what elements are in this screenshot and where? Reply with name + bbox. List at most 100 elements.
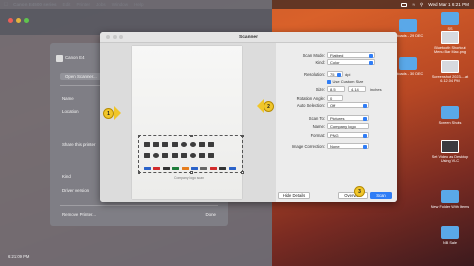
callout-arrow-2 [257, 99, 264, 113]
close-button[interactable] [8, 18, 13, 23]
desktop-icon[interactable]: Bluetooth Shortcut Menu Bar Mac.png [430, 31, 470, 55]
hide-details-button[interactable]: Hide Details [278, 192, 310, 199]
brand-logo [228, 167, 236, 170]
image-correction-value: None [330, 144, 340, 149]
video-file-icon [441, 140, 459, 153]
clock[interactable]: Wed Mar 1 6:21 PM [428, 2, 469, 7]
tablet-icon [208, 142, 215, 147]
custom-size-label: Use Custom Size [332, 79, 364, 84]
desktop-icon-label: Set Video as Desktop Using VLC [431, 155, 469, 164]
desktop-icon-label: New Folder With Items [430, 205, 470, 209]
desktop-icon[interactable]: SS [430, 12, 470, 31]
phone-icon [199, 142, 206, 147]
desktop-icon[interactable]: Screenshot 2023-...at 6.12.04 PM [430, 60, 470, 84]
remove-printer-button[interactable]: Remove Printer... [62, 212, 96, 217]
resize-handle[interactable] [190, 171, 193, 174]
scan-to-value: Pictures [330, 116, 345, 121]
wifi-icon[interactable]: ≈ [412, 2, 415, 7]
scan-preview[interactable]: Company logo scan [100, 43, 276, 202]
chevron-down-icon [369, 53, 373, 58]
headphones-icon [189, 142, 196, 147]
scan-button[interactable]: Scan [370, 192, 392, 199]
resize-handle[interactable] [137, 171, 140, 174]
done-button[interactable]: Done [206, 212, 217, 217]
chevron-down-icon [363, 133, 367, 138]
resolution-label: Resolution: [304, 72, 325, 77]
desktop-icon[interactable]: New Folder With Items [430, 190, 470, 209]
image-file-icon [441, 31, 459, 44]
scan-caption: Company logo scan [174, 176, 204, 180]
size-width-field[interactable]: 8.5 [327, 86, 345, 92]
camera-icon [171, 142, 178, 147]
desktop-icon-label: NB Sale [443, 241, 457, 245]
kind-value: Color [330, 60, 340, 65]
scan-to-select[interactable]: Pictures [327, 115, 369, 121]
image-correction-select[interactable]: None [327, 143, 369, 149]
format-select[interactable]: PNG [327, 132, 369, 138]
rotation-field[interactable]: 0 [327, 95, 343, 101]
device-icon-row [144, 142, 215, 147]
image-correction-label: Image Correction: [291, 144, 325, 149]
drive-icon [171, 153, 178, 158]
resize-handle[interactable] [241, 134, 244, 137]
desktop-icon-label: Screenshot 2023-...at 6.12.04 PM [431, 75, 469, 84]
printer-name: Canon E4 [65, 55, 85, 60]
format-label: Format: [310, 133, 325, 138]
chevron-down-icon [363, 144, 367, 149]
zoom-button[interactable] [24, 18, 29, 23]
monitor-icon [144, 142, 150, 147]
auto-selection-value: Off [330, 103, 336, 108]
printer-icon [56, 55, 63, 62]
rotation-label: Rotation Angle: [296, 96, 325, 101]
name-label: Name: [312, 124, 325, 129]
brand-logo [162, 167, 170, 170]
resize-handle[interactable] [241, 171, 244, 174]
file-name-field[interactable]: Company logo [327, 123, 369, 129]
folder-icon [441, 226, 459, 239]
chevron-down-icon [337, 72, 341, 77]
desktop-icon[interactable]: Set Video as Desktop Using VLC [430, 140, 470, 164]
brand-logo [190, 167, 198, 170]
open-scanner-button[interactable]: Open Scanner... [60, 73, 102, 80]
chevron-down-icon [363, 103, 367, 108]
size-unit-select[interactable]: inches [370, 87, 382, 92]
device-icon-row [144, 153, 215, 158]
desktop-icon[interactable]: NB Sale [430, 226, 470, 245]
desktop-icon[interactable]: Screen Shots [430, 106, 470, 125]
desktop-icon-label: Screen Shots [438, 121, 462, 125]
kind-select[interactable]: Color [327, 59, 375, 65]
custom-size-checkbox[interactable]: Use Custom Size [327, 79, 363, 84]
resize-handle[interactable] [190, 134, 193, 137]
scan-mode-select[interactable]: Flatbed [327, 52, 375, 58]
scan-to-label: Scan To: [308, 116, 325, 121]
resolution-select[interactable]: 75 [327, 71, 343, 77]
print-job-time: 6:21:09 PM [8, 254, 30, 259]
brand-logo [219, 167, 227, 170]
image-file-icon [441, 60, 459, 73]
kind-label: Kind [62, 174, 71, 179]
resize-handle[interactable] [137, 134, 140, 137]
size-height-value: 4.14 [351, 87, 359, 92]
battery-icon[interactable] [401, 2, 408, 7]
size-label: Size: [315, 87, 325, 92]
minimize-button[interactable] [16, 18, 21, 23]
checkmark-icon [327, 79, 331, 84]
folder-icon [441, 12, 459, 25]
mouse-icon [153, 153, 160, 158]
search-icon[interactable]: ⚲ [420, 2, 423, 8]
size-height-field[interactable]: 4.14 [348, 86, 366, 92]
chevron-down-icon [369, 60, 373, 65]
auto-selection-select[interactable]: Off [327, 102, 369, 108]
callout-arrow-1 [114, 106, 121, 120]
format-value: PNG [330, 133, 339, 138]
callout-badge-1: 1 [103, 108, 114, 119]
scanner-window: Scanner Company logo scan Scan Mode: Fla… [100, 32, 397, 202]
size-width-value: 8.5 [330, 87, 336, 92]
keyboard-icon [162, 153, 169, 158]
brand-logo [181, 167, 189, 170]
brand-logo [200, 167, 208, 170]
driver-version-label: Driver version [62, 188, 90, 193]
folder-icon [441, 190, 459, 203]
console-icon [208, 153, 215, 158]
watch-icon [189, 153, 196, 158]
